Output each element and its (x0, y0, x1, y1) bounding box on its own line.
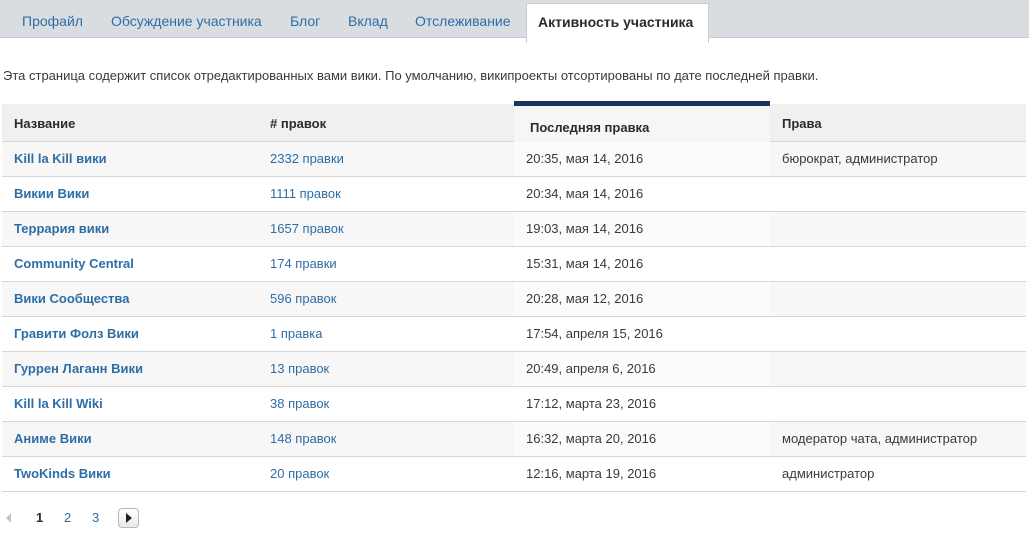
table-row: Гуррен Лаганн Вики 13 правок 20:49, апреля… (2, 352, 1026, 387)
table-row: Kill la Kill Wiki 38 правок 17:12, марта 2… (2, 387, 1026, 422)
user-rights: бюрократ, администратор (782, 151, 938, 166)
page-2[interactable]: 2 (64, 510, 71, 525)
user-rights: модератор чата, администратор (782, 431, 978, 446)
wiki-name-link[interactable]: Kill la Kill Wiki (14, 396, 103, 411)
next-page-button[interactable] (118, 508, 139, 528)
chevron-right-icon (126, 513, 132, 523)
table-row: Викии Вики 1111 правок 20:34, мая 14, 2016 (2, 177, 1026, 212)
tab-profile[interactable]: Профайл (22, 0, 83, 38)
edit-count-link[interactable]: 2332 правки (270, 151, 344, 166)
edit-count-link[interactable]: 20 правок (270, 466, 329, 481)
column-header-name[interactable]: Название (14, 116, 75, 131)
column-header-rights[interactable]: Права (782, 116, 822, 131)
wiki-name-link[interactable]: Гравити Фолз Вики (14, 326, 139, 341)
tab-contributions[interactable]: Вклад (348, 0, 388, 38)
tab-blog[interactable]: Блог (290, 0, 320, 38)
table-row: TwoKinds Вики 20 правок 12:16, марта 19, 2… (2, 457, 1026, 492)
last-edit-date: 17:12, марта 23, 2016 (526, 396, 657, 411)
tab-user-activity[interactable]: Активность участника (526, 3, 709, 43)
last-edit-date: 19:03, мая 14, 2016 (526, 221, 644, 236)
wiki-name-link[interactable]: Гуррен Лаганн Вики (14, 361, 143, 376)
page-3[interactable]: 3 (92, 510, 99, 525)
column-header-edits[interactable]: # правок (270, 116, 326, 131)
tab-user-talk[interactable]: Обсуждение участника (111, 0, 262, 38)
wiki-name-link[interactable]: Викии Вики (14, 186, 89, 201)
wiki-name-link[interactable]: Kill la Kill вики (14, 151, 107, 166)
last-edit-date: 20:34, мая 14, 2016 (526, 186, 644, 201)
edit-count-link[interactable]: 13 правок (270, 361, 329, 376)
user-rights: администратор (782, 466, 875, 481)
edit-count-link[interactable]: 596 правок (270, 291, 336, 306)
last-edit-date: 16:32, марта 20, 2016 (526, 431, 657, 446)
edit-count-link[interactable]: 38 правок (270, 396, 329, 411)
table-row: Гравити Фолз Вики 1 правка 17:54, апреля 1… (2, 317, 1026, 352)
wiki-name-link[interactable]: Аниме Вики (14, 431, 92, 446)
table-row: Террария вики 1657 правок 19:03, мая 14, 2… (2, 212, 1026, 247)
last-edit-date: 12:16, марта 19, 2016 (526, 466, 657, 481)
last-edit-date: 20:49, апреля 6, 2016 (526, 361, 656, 376)
wiki-name-link[interactable]: Вики Сообщества (14, 291, 129, 306)
tab-following[interactable]: Отслеживание (415, 0, 511, 38)
intro-text: Эта страница содержит список отредактиро… (3, 68, 819, 83)
table-body: Kill la Kill вики 2332 правки 20:35, мая 1… (2, 142, 1026, 492)
last-edit-date: 20:28, мая 12, 2016 (526, 291, 644, 306)
edit-count-link[interactable]: 148 правок (270, 431, 336, 446)
page-1: 1 (36, 510, 44, 525)
chevron-left-icon (6, 513, 11, 523)
edit-count-link[interactable]: 174 правки (270, 256, 337, 271)
wiki-name-link[interactable]: Community Central (14, 256, 134, 271)
edit-count-link[interactable]: 1657 правок (270, 221, 344, 236)
wiki-name-link[interactable]: TwoKinds Вики (14, 466, 111, 481)
table-row: Вики Сообщества 596 правок 20:28, мая 12, … (2, 282, 1026, 317)
column-header-last-edit-label: Последняя правка (530, 120, 650, 135)
activity-table: Название # правок Последняя правка Права… (2, 101, 1026, 492)
pagination: 1 2 3 (0, 507, 200, 531)
edit-count-link[interactable]: 1111 правок (270, 186, 341, 201)
wiki-name-link[interactable]: Террария вики (14, 221, 109, 236)
edit-count-link[interactable]: 1 правка (270, 326, 322, 341)
last-edit-date: 20:35, мая 14, 2016 (526, 151, 644, 166)
last-edit-date: 15:31, мая 14, 2016 (526, 256, 644, 271)
table-row: Community Central 174 правки 15:31, мая 14… (2, 247, 1026, 282)
table-row: Kill la Kill вики 2332 правки 20:35, мая 1… (2, 142, 1026, 177)
tab-bar: Профайл Обсуждение участника Блог Вклад … (0, 0, 1029, 43)
table-row: Аниме Вики 148 правок 16:32, марта 20, 201… (2, 422, 1026, 457)
column-header-last-edit[interactable]: Последняя правка (514, 101, 770, 142)
table-header: Название # правок Последняя правка Права (2, 101, 1026, 142)
last-edit-date: 17:54, апреля 15, 2016 (526, 326, 663, 341)
